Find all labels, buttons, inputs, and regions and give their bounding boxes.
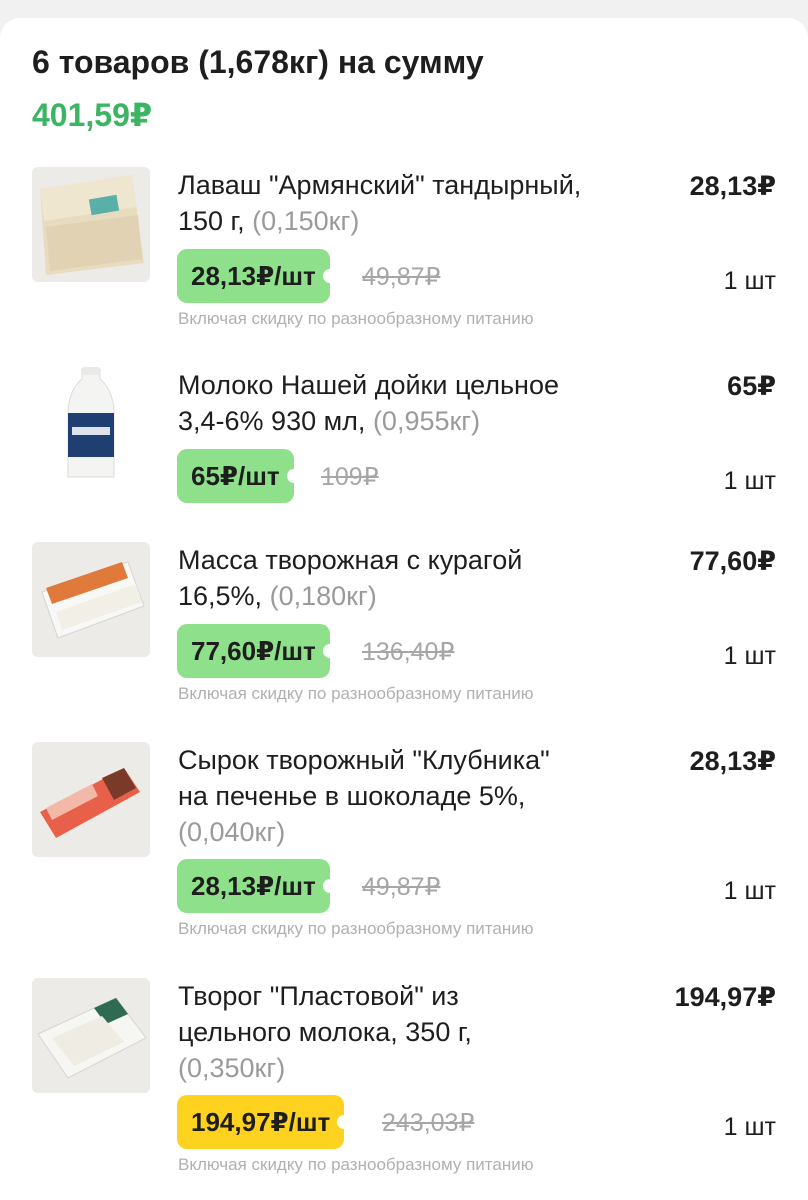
quantity: 1 шт — [723, 1113, 776, 1141]
line-total: 194,97₽ — [674, 982, 776, 1012]
old-price: 49,87₽ — [362, 873, 441, 901]
unit-price-tag: 194,97₽/шт — [177, 1095, 352, 1149]
product-name[interactable]: Лаваш "Армянский" тандырный, 150 г, (0,1… — [178, 167, 648, 239]
quantity: 1 шт — [723, 642, 776, 670]
quantity: 1 шт — [723, 877, 776, 905]
unit-price-tag: 28,13₽/шт — [177, 859, 337, 913]
order-summary-total: 401,59₽ — [32, 97, 153, 133]
old-price: 243,03₽ — [382, 1109, 475, 1137]
quantity: 1 шт — [723, 467, 776, 495]
product-image-cottage-cheese[interactable] — [32, 978, 150, 1093]
line-total: 28,13₽ — [689, 746, 776, 776]
unit-price-tag: 77,60₽/шт — [177, 624, 337, 678]
old-price: 109₽ — [321, 463, 379, 491]
unit-price-tag: 28,13₽/шт — [177, 249, 337, 303]
discount-note: Включая скидку по разнообразному питанию — [178, 309, 534, 328]
discount-note: Включая скидку по разнообразному питанию — [178, 919, 534, 938]
product-image-lavash[interactable] — [32, 167, 150, 282]
line-total: 77,60₽ — [689, 546, 776, 576]
product-name[interactable]: Молоко Нашей дойки цельное 3,4-6% 930 мл… — [178, 367, 648, 439]
old-price: 49,87₽ — [362, 263, 441, 291]
product-image-curd-bar[interactable] — [32, 742, 150, 857]
quantity: 1 шт — [723, 267, 776, 295]
product-image-curd-mass[interactable] — [32, 542, 150, 657]
product-name[interactable]: Творог "Пластовой" из цельного молока, 3… — [178, 978, 648, 1086]
old-price: 136,40₽ — [362, 638, 455, 666]
product-image-milk[interactable] — [32, 367, 150, 482]
product-name[interactable]: Масса творожная с курагой 16,5%, (0,180к… — [178, 542, 648, 614]
product-name[interactable]: Сырок творожный "Клубника" на печенье в … — [178, 742, 648, 850]
line-total: 28,13₽ — [689, 171, 776, 201]
order-summary-title: 6 товаров (1,678кг) на сумму — [32, 44, 484, 80]
discount-note: Включая скидку по разнообразному питанию — [178, 684, 534, 703]
unit-price-tag: 65₽/шт — [177, 449, 301, 503]
discount-note: Включая скидку по разнообразному питанию — [178, 1155, 534, 1174]
line-total: 65₽ — [727, 371, 776, 401]
